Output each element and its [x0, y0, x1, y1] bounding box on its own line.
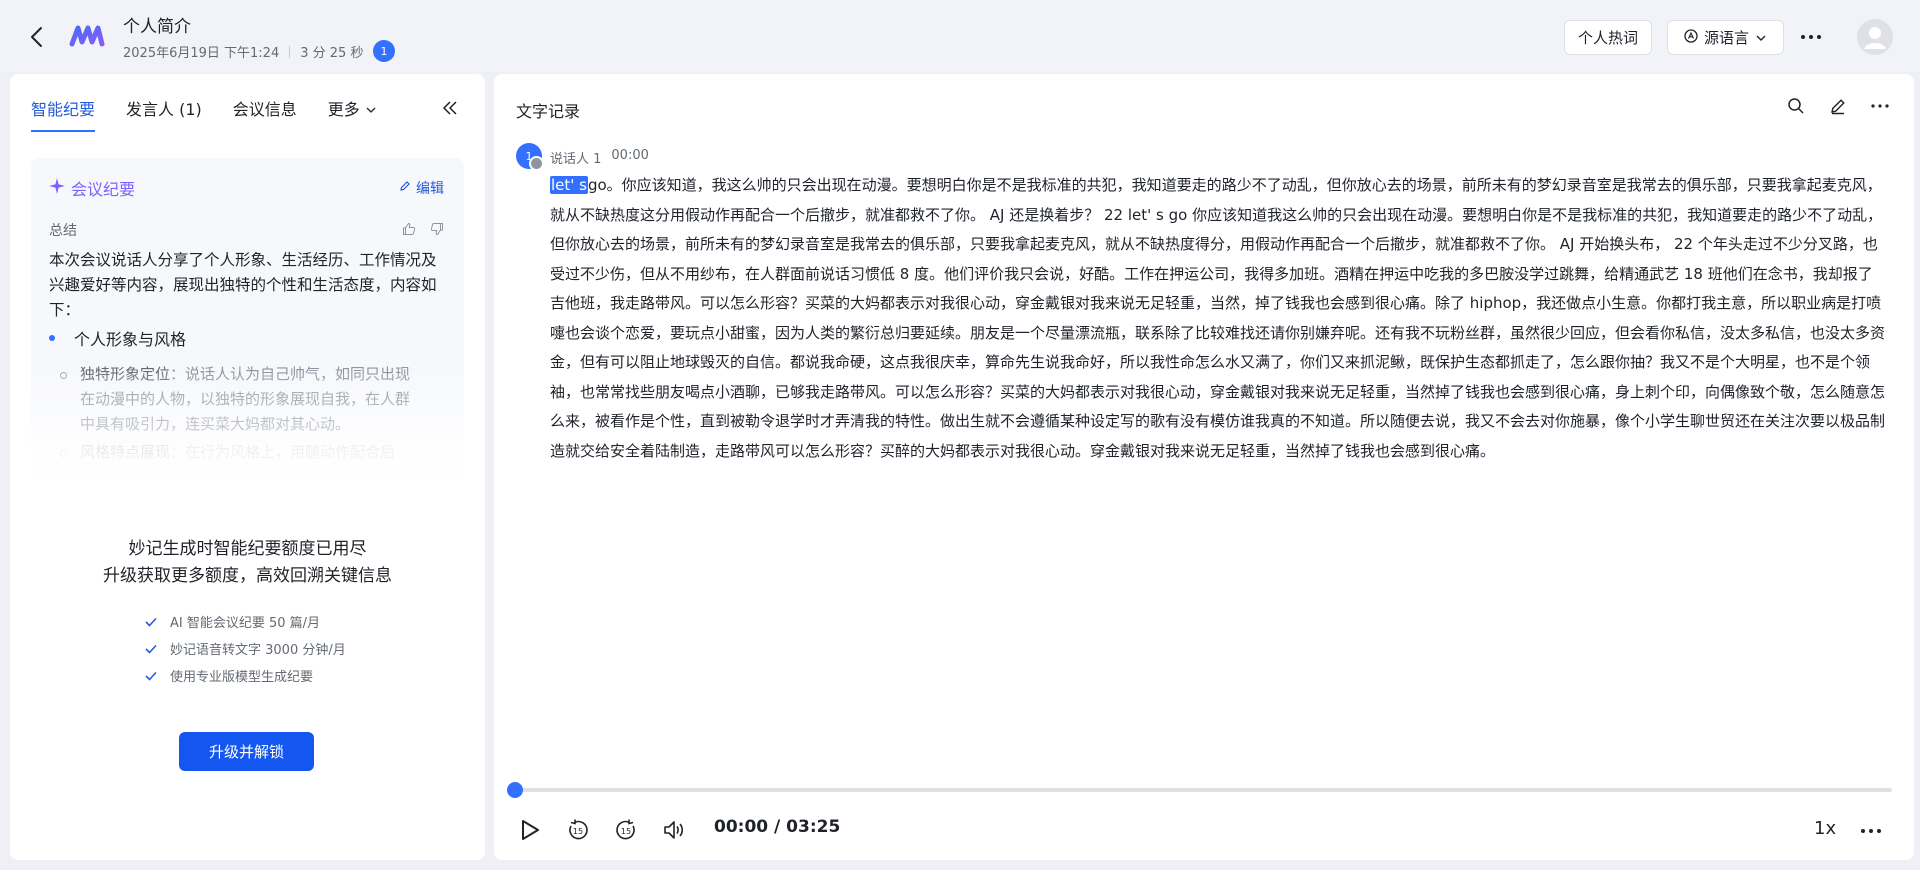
summary-panel: 智能纪要 发言人 (1) 会议信息 更多 会议纪要 编辑 总结 本次会议说话人分…: [10, 74, 485, 860]
benefit-item: 使用专业版模型生成纪要: [144, 662, 346, 689]
chevron-down-icon: [1755, 29, 1767, 47]
speaker-meta: 说话人 1 00:00: [550, 148, 649, 167]
more-options-icon[interactable]: [1870, 96, 1890, 116]
speaker-name[interactable]: 说话人 1: [550, 148, 601, 167]
summary-bullet: 个人形象与风格: [49, 326, 186, 350]
transcript-text[interactable]: go。你应该知道，我这么帅的只会出现在动漫。要想明白你是不是我标准的共犯，我知道…: [550, 176, 1885, 460]
summary-heading: 会议纪要: [49, 176, 135, 200]
summary-sub-bullet: 独特形象定位：说话人认为自己帅气，如同只出现在动漫中的人物，以独特的形象展现自我…: [58, 362, 418, 437]
search-icon[interactable]: [1786, 96, 1806, 116]
forward-15-icon[interactable]: 15: [612, 816, 640, 844]
thumbs-up-icon[interactable]: [402, 221, 416, 240]
transcript-paragraph[interactable]: let' sgo。你应该知道，我这么帅的只会出现在动漫。要想明白你是不是我标准的…: [550, 171, 1886, 466]
playback-speed-button[interactable]: 1x: [1814, 818, 1836, 839]
check-icon: [145, 644, 157, 654]
sub-bullet-title: 独特形象定位: [80, 365, 171, 383]
meeting-meta: 2025年6月19日 下午1:24 3 分 25 秒: [123, 42, 363, 61]
summary-bullet-label: 个人形象与风格: [74, 330, 187, 349]
svg-text:15: 15: [573, 827, 583, 836]
participant-count-badge[interactable]: 1: [373, 40, 395, 62]
hotword-button[interactable]: 个人热词: [1564, 20, 1652, 55]
tab-meeting-info[interactable]: 会议信息: [233, 96, 297, 132]
player-more-icon[interactable]: [1858, 818, 1888, 844]
meeting-duration: 3 分 25 秒: [300, 46, 364, 61]
quota-message: 妙记生成时智能纪要额度已用尽 升级获取更多额度，高效回溯关键信息: [10, 536, 485, 590]
check-icon: [145, 671, 157, 681]
tab-smart-summary[interactable]: 智能纪要: [31, 96, 96, 132]
rewind-15-icon[interactable]: 15: [564, 816, 592, 844]
translate-icon: [1684, 28, 1698, 47]
play-icon[interactable]: [516, 816, 544, 844]
benefit-text: AI 智能会议纪要 50 篇/月: [170, 616, 321, 631]
page-title: 个人简介: [123, 17, 191, 37]
meeting-date: 2025年6月19日 下午1:24: [123, 46, 280, 61]
language-select[interactable]: 源语言: [1667, 20, 1784, 55]
sub-bullet-text: ：在行为风格上，用腿动作配合后: [170, 443, 396, 461]
summary-text: 本次会议说话人分享了个人形象、生活经历、工作情况及兴趣爱好等内容，展现出独特的个…: [49, 251, 437, 319]
feedback-buttons: [402, 221, 444, 240]
more-options-icon[interactable]: [1795, 24, 1827, 50]
bullet-dot: [49, 335, 55, 341]
transcript-title: 文字记录: [516, 102, 581, 121]
summary-sub-bullet: 风格特点展现：在行为风格上，用腿动作配合后: [58, 440, 418, 490]
tab-more-label: 更多: [327, 100, 360, 119]
benefit-list: AI 智能会议纪要 50 篇/月 妙记语音转文字 3000 分钟/月 使用专业版…: [144, 608, 346, 689]
tab-more[interactable]: 更多: [328, 96, 376, 132]
user-avatar[interactable]: [1857, 19, 1893, 55]
sub-bullet-title: 风格特点展现: [80, 443, 171, 461]
back-arrow-icon[interactable]: [26, 24, 50, 50]
progress-handle[interactable]: [507, 782, 523, 798]
transcript-panel: 文字记录 1 说话人 1 00:00 let' sgo。你应该知道，我这么帅的只…: [494, 74, 1914, 860]
speaker-avatar[interactable]: 1: [516, 143, 544, 171]
transcript-toolbar: [1786, 96, 1890, 116]
summary-heading-label: 会议纪要: [71, 180, 136, 199]
summary-tabs: 智能纪要 发言人 (1) 会议信息 更多: [31, 96, 407, 132]
tab-speakers[interactable]: 发言人 (1): [126, 96, 202, 132]
quota-line-1: 妙记生成时智能纪要额度已用尽: [128, 539, 367, 559]
divider: [289, 45, 291, 58]
benefit-text: 妙记语音转文字 3000 分钟/月: [170, 643, 346, 658]
benefit-text: 使用专业版模型生成纪要: [170, 670, 314, 685]
playback-progress-bar[interactable]: [516, 788, 1892, 792]
edit-icon[interactable]: [1828, 96, 1848, 116]
volume-icon[interactable]: [660, 816, 688, 844]
upgrade-unlock-button[interactable]: 升级并解锁: [179, 732, 314, 771]
sparkle-icon: [49, 178, 65, 198]
app-logo-icon: [68, 20, 108, 52]
playback-time: 00:00 / 03:25: [714, 817, 841, 837]
chevron-down-icon: [366, 99, 376, 118]
edit-label: 编辑: [416, 181, 444, 197]
pencil-icon: [399, 180, 411, 196]
svg-text:15: 15: [621, 827, 631, 836]
top-header: 个人简介 2025年6月19日 下午1:24 3 分 25 秒 1 个人热词 源…: [0, 0, 1920, 72]
check-icon: [145, 617, 157, 627]
benefit-item: AI 智能会议纪要 50 篇/月: [144, 608, 346, 635]
quota-line-2: 升级获取更多额度，高效回溯关键信息: [103, 566, 392, 586]
current-word-highlight[interactable]: let' s: [550, 176, 588, 194]
benefit-item: 妙记语音转文字 3000 分钟/月: [144, 635, 346, 662]
language-label: 源语言: [1703, 29, 1749, 47]
summary-section-label: 总结: [49, 223, 77, 239]
edit-summary-button[interactable]: 编辑: [399, 178, 444, 198]
speaker-timestamp[interactable]: 00:00: [611, 148, 648, 167]
thumbs-down-icon[interactable]: [430, 221, 444, 240]
collapse-panel-icon[interactable]: [438, 98, 462, 118]
